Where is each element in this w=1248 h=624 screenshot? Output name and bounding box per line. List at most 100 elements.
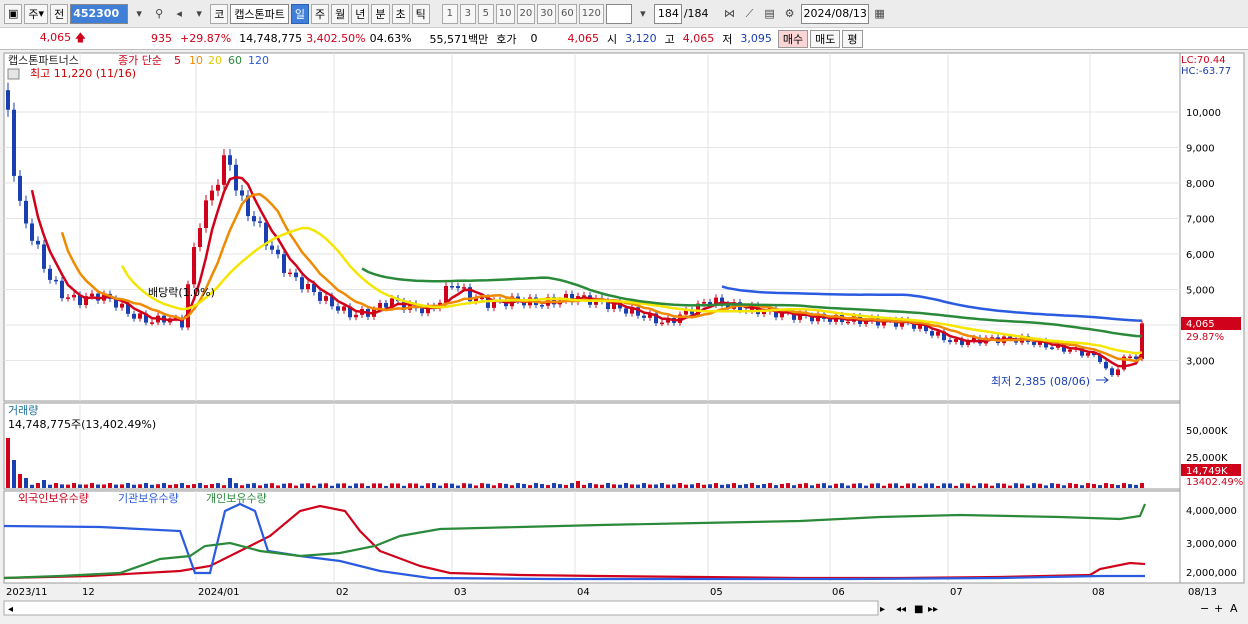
candle-body (294, 272, 298, 278)
period-type-select[interactable]: 전 (50, 3, 69, 24)
eval-button[interactable]: 평 (842, 29, 863, 48)
volume-bar (882, 485, 886, 488)
candle-body (936, 331, 940, 336)
volume-bar (120, 484, 124, 488)
custom-period-input[interactable] (605, 3, 632, 24)
volume-bar (990, 485, 994, 488)
chart-svg[interactable]: 10,0009,0008,0007,0006,0005,0004,0003,00… (0, 51, 1248, 621)
volume-bar (936, 485, 940, 488)
scroll-right-icon[interactable]: ▸ (880, 604, 885, 615)
volume-bar (1122, 483, 1126, 488)
tab-second[interactable]: 초 (391, 3, 410, 24)
calendar-icon[interactable]: ▦ (871, 4, 889, 24)
volume-title: 거래량 (8, 404, 38, 417)
volume-bar (888, 483, 892, 488)
candle-body (450, 286, 454, 288)
candle-body (420, 308, 424, 314)
chart-menu-icon[interactable]: ▣ (4, 3, 23, 24)
candle-body (192, 247, 196, 285)
quote-high-label: 고 (664, 32, 675, 46)
volume-bar (1020, 483, 1024, 488)
candle-body (930, 331, 934, 336)
save-icon[interactable]: ▤ (761, 4, 779, 24)
chart-area[interactable]: 10,0009,0008,0007,0006,0005,0004,0003,00… (0, 51, 1248, 621)
stock-code-input[interactable]: 452300 (70, 3, 129, 24)
volume-bar (12, 460, 16, 488)
candle-body (540, 305, 544, 307)
volume-bar (78, 484, 82, 488)
volume-bar (438, 485, 442, 488)
scroll-left-icon[interactable]: ◂ (8, 604, 13, 615)
minute-1[interactable]: 1 (441, 3, 458, 24)
foreign-holding-legend: 외국인보유수량 (18, 492, 89, 505)
speaker-icon[interactable]: ◂ (170, 4, 188, 24)
chart-scrollbar[interactable] (3, 600, 879, 616)
x-axis-label: 2024/01 (198, 587, 240, 598)
volume-bar (948, 483, 952, 488)
volume-bar (978, 483, 982, 488)
search-icon[interactable]: ⚲ (150, 4, 168, 24)
x-axis-label: 02 (336, 587, 349, 598)
volume-bar (534, 483, 538, 488)
market-type-select[interactable]: 주 ▾ (24, 3, 49, 24)
forward-icon[interactable]: ▸▸ (928, 604, 938, 615)
volume-bar (870, 483, 874, 488)
minute-120[interactable]: 120 (578, 3, 604, 24)
zoom-in-icon[interactable]: + (1214, 602, 1223, 615)
volume-bar (498, 483, 502, 488)
speaker-dropdown-icon[interactable]: ▾ (190, 4, 208, 24)
volume-bar (966, 483, 970, 488)
rewind-icon[interactable]: ◂◂ (896, 604, 906, 615)
tab-year[interactable]: 년 (351, 3, 370, 24)
quote-amount: 55,571백만 (429, 32, 489, 46)
quote-open-label: 시 (607, 32, 618, 46)
buy-button[interactable]: 매수 (777, 29, 809, 48)
candle-body (1128, 356, 1132, 359)
indicator-table-icon[interactable] (7, 68, 20, 80)
stock-name-field: 캡스톤파트 (230, 3, 289, 24)
dividend-note: 배당락(1.0%) (148, 286, 215, 299)
sell-button[interactable]: 매도 (810, 29, 841, 48)
candle-body (660, 322, 664, 325)
tab-week[interactable]: 주 (311, 3, 330, 24)
volume-bar (600, 484, 604, 488)
volume-bar (1008, 485, 1012, 488)
compare-icon[interactable]: ⋈ (721, 4, 739, 24)
tab-minute[interactable]: 분 (371, 3, 390, 24)
minute-3[interactable]: 3 (459, 3, 476, 24)
volume-bar (828, 485, 832, 488)
candle-body (846, 321, 850, 324)
zoom-out-icon[interactable]: − (1200, 602, 1209, 615)
candle-body (228, 155, 232, 165)
tab-month[interactable]: 월 (331, 3, 350, 24)
current-pct-text: 29.87% (1186, 332, 1224, 343)
volume-bar (504, 483, 508, 488)
draw-tool-icon[interactable]: ⟋ (741, 4, 759, 24)
tab-tick[interactable]: 틱 (411, 3, 430, 24)
candle-body (288, 272, 292, 275)
volume-bar (132, 484, 136, 488)
font-size-icon[interactable]: A (1230, 602, 1238, 615)
volume-bar (564, 484, 568, 488)
minute-10[interactable]: 10 (495, 3, 515, 24)
minute-30[interactable]: 30 (537, 3, 556, 24)
candle-body (954, 339, 958, 342)
minute-20[interactable]: 20 (516, 3, 536, 24)
code-dropdown-icon[interactable]: ▾ (130, 4, 148, 24)
volume-bar (678, 483, 682, 488)
stop-icon[interactable]: ■ (914, 604, 923, 615)
minute-5[interactable]: 5 (477, 3, 494, 24)
date-input[interactable]: 2024/08/13 (800, 3, 869, 24)
volume-bar (1092, 483, 1096, 488)
gear-icon[interactable]: ⚙ (781, 4, 799, 24)
custom-period-dropdown-icon[interactable]: ▾ (634, 4, 652, 24)
hc-label: HC:-63.77 (1181, 66, 1231, 77)
volume-bar (780, 483, 784, 488)
minute-60[interactable]: 60 (558, 3, 577, 24)
bar-count-input[interactable]: 184 (653, 3, 682, 24)
quote-change-pct: +29.87% (180, 32, 232, 45)
tab-day[interactable]: 일 (290, 3, 310, 24)
volume-bar (852, 483, 856, 488)
volume-bar (1134, 484, 1138, 488)
volume-bar (72, 483, 76, 488)
